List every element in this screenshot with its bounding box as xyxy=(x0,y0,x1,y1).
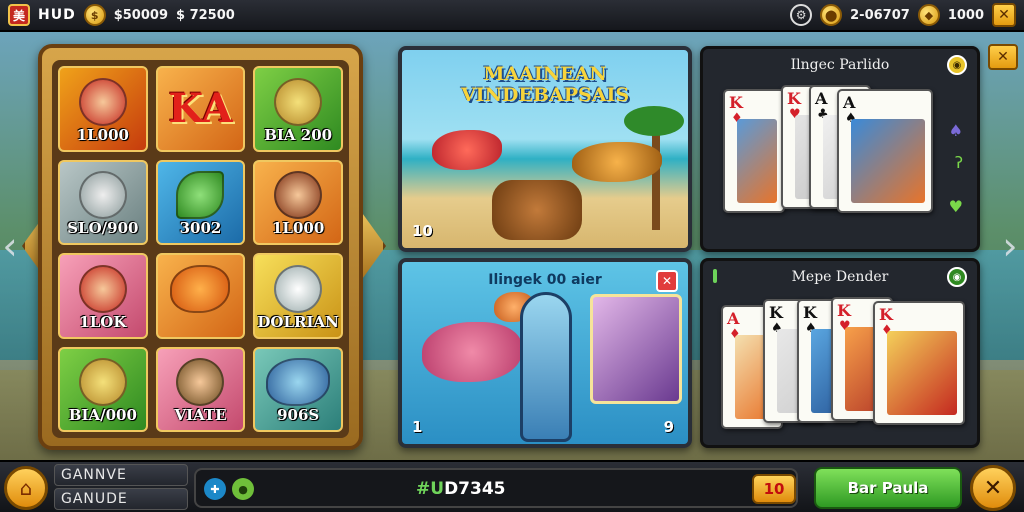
featured-banner-robot[interactable]: Ilingek 00 aier ✕ 1 9 xyxy=(398,258,692,448)
info-badge-icon[interactable]: ◉ xyxy=(947,55,967,75)
hud-title: HUD xyxy=(38,7,76,23)
game-tile[interactable]: BIA/000 xyxy=(58,346,148,432)
tile-label: 906S xyxy=(277,406,320,424)
game-tile[interactable]: BIA 200 xyxy=(253,66,343,152)
info-badge-icon[interactable]: ◉ xyxy=(947,267,967,287)
fish-icon xyxy=(432,130,502,170)
banner-count-left: 1 xyxy=(412,418,423,436)
gold-icon: ⬤ xyxy=(820,4,843,26)
gem-balance: 1000 xyxy=(947,7,984,23)
card-panel-title: Mepe Dender xyxy=(791,269,889,285)
playing-card[interactable]: A ♠ xyxy=(837,89,933,213)
game-tile[interactable]: 3002 xyxy=(155,159,246,245)
top-hud: 美 HUD $ $50009 $ 72500 ⚙ ⬤ 2-06707 ◆ 100… xyxy=(0,0,1024,32)
coin-icon: $ xyxy=(83,4,106,26)
bet-value-button[interactable]: 10 xyxy=(752,474,796,504)
game-tile[interactable]: VIATE xyxy=(155,346,246,432)
character-icon xyxy=(274,77,323,126)
character-icon xyxy=(78,358,127,407)
chevron-left-icon[interactable]: ‹ xyxy=(0,218,20,274)
palm-tree-icon xyxy=(652,120,660,230)
featured-banner-fishing[interactable]: MAAINEAN VINDEBAPSAIS 10 xyxy=(398,46,692,252)
tile-label: SLO/900 xyxy=(67,219,139,237)
game-tile[interactable]: 1LOK xyxy=(58,253,148,339)
banner-title: MAAINEAN VINDEBAPSAIS xyxy=(460,63,630,106)
cannon-icon xyxy=(492,180,582,240)
game-tile[interactable] xyxy=(155,253,246,339)
playing-card[interactable]: K ♦ xyxy=(723,89,785,213)
game-mode-tab[interactable]: GANNVE xyxy=(54,464,188,486)
character-icon xyxy=(78,77,127,126)
coin-balance: $50009 xyxy=(113,7,168,23)
banner-count: 10 xyxy=(412,222,433,240)
wallet-amount: #UD7345 xyxy=(416,479,506,499)
gem-icon: ◆ xyxy=(917,4,940,26)
tile-label: 3002 xyxy=(179,219,222,237)
game-grid: 1L000 KA BIA 200 SLO/900 3002 1L000 1LOK xyxy=(52,60,349,438)
fish-icon xyxy=(572,142,662,182)
gem-icon: ʔ xyxy=(954,153,963,172)
fish-icon xyxy=(170,264,231,313)
game-logo-icon: 美 xyxy=(8,4,30,26)
chevron-right-icon[interactable]: › xyxy=(1000,218,1020,274)
character-icon xyxy=(176,358,225,407)
fish-icon xyxy=(266,358,331,407)
game-mode-labels: GANNVE GANUDE xyxy=(54,464,188,512)
tile-label: 1L000 xyxy=(76,125,129,144)
home-icon[interactable]: ⌂ xyxy=(4,466,48,510)
play-button[interactable]: Bar Paula xyxy=(814,467,962,509)
robot-icon xyxy=(520,292,572,442)
banner-count-right: 9 xyxy=(663,418,674,436)
fish-icon xyxy=(422,322,522,382)
banner-subtitle: Ilingek 00 aier xyxy=(488,272,602,288)
tile-label: DOLRIAN xyxy=(257,312,339,331)
wallet-bar: ✚ ● #UD7345 10 xyxy=(194,468,798,508)
game-grid-panel: 1L000 KA BIA 200 SLO/900 3002 1L000 1LOK xyxy=(38,44,363,450)
tile-label: 1L000 xyxy=(272,219,325,237)
gem-icon: ♠ xyxy=(948,121,963,140)
close-button[interactable]: ✕ xyxy=(970,465,1016,511)
character-icon xyxy=(274,264,323,313)
card-panel-bottom[interactable]: Mepe Dender ◉ A ♦ K ♠ K ♠ K ♥ K ♦ xyxy=(700,258,980,448)
banner-close-button[interactable]: ✕ xyxy=(656,270,678,292)
tile-label: BIA 200 xyxy=(264,125,333,144)
game-mode-tab[interactable]: GANUDE xyxy=(54,488,188,510)
tile-label: KA xyxy=(168,85,233,133)
playing-card[interactable]: K ♦ xyxy=(873,301,965,425)
game-tile[interactable]: 1L000 xyxy=(253,159,343,245)
tile-label: BIA/000 xyxy=(68,406,137,424)
gold-balance: 2-06707 xyxy=(850,7,910,23)
hud-close-button[interactable]: ✕ xyxy=(992,3,1016,27)
tile-label: 1LOK xyxy=(79,312,127,331)
game-tile[interactable]: 1L000 xyxy=(58,66,148,152)
character-card-icon xyxy=(590,294,682,404)
character-icon xyxy=(78,171,127,220)
gem-icon: ♥ xyxy=(948,197,963,216)
game-tile[interactable]: 906S xyxy=(253,346,343,432)
card-panel-title: Ilngec Parlido xyxy=(790,57,890,73)
card-panel-top[interactable]: Ilngec Parlido ◉ K ♦ K ♥ A ♣ A ♠ ♠ ʔ ♥ xyxy=(700,46,980,252)
gear-icon[interactable]: ⚙ xyxy=(790,4,813,26)
tile-label: VIATE xyxy=(174,406,227,424)
coin-icon[interactable]: ● xyxy=(232,478,254,500)
leaf-icon xyxy=(176,171,225,220)
globe-icon[interactable]: ✚ xyxy=(204,478,226,500)
game-tile[interactable]: DOLRIAN xyxy=(253,253,343,339)
panel-close-button[interactable]: ✕ xyxy=(988,44,1018,70)
character-icon xyxy=(78,264,127,313)
bottom-bar: ⌂ GANNVE GANUDE ✚ ● #UD7345 10 Bar Paula… xyxy=(0,460,1024,512)
character-icon xyxy=(274,171,323,220)
game-tile[interactable]: SLO/900 xyxy=(58,159,148,245)
cash-balance: $ 72500 xyxy=(176,7,235,23)
game-tile[interactable]: KA xyxy=(155,66,246,152)
